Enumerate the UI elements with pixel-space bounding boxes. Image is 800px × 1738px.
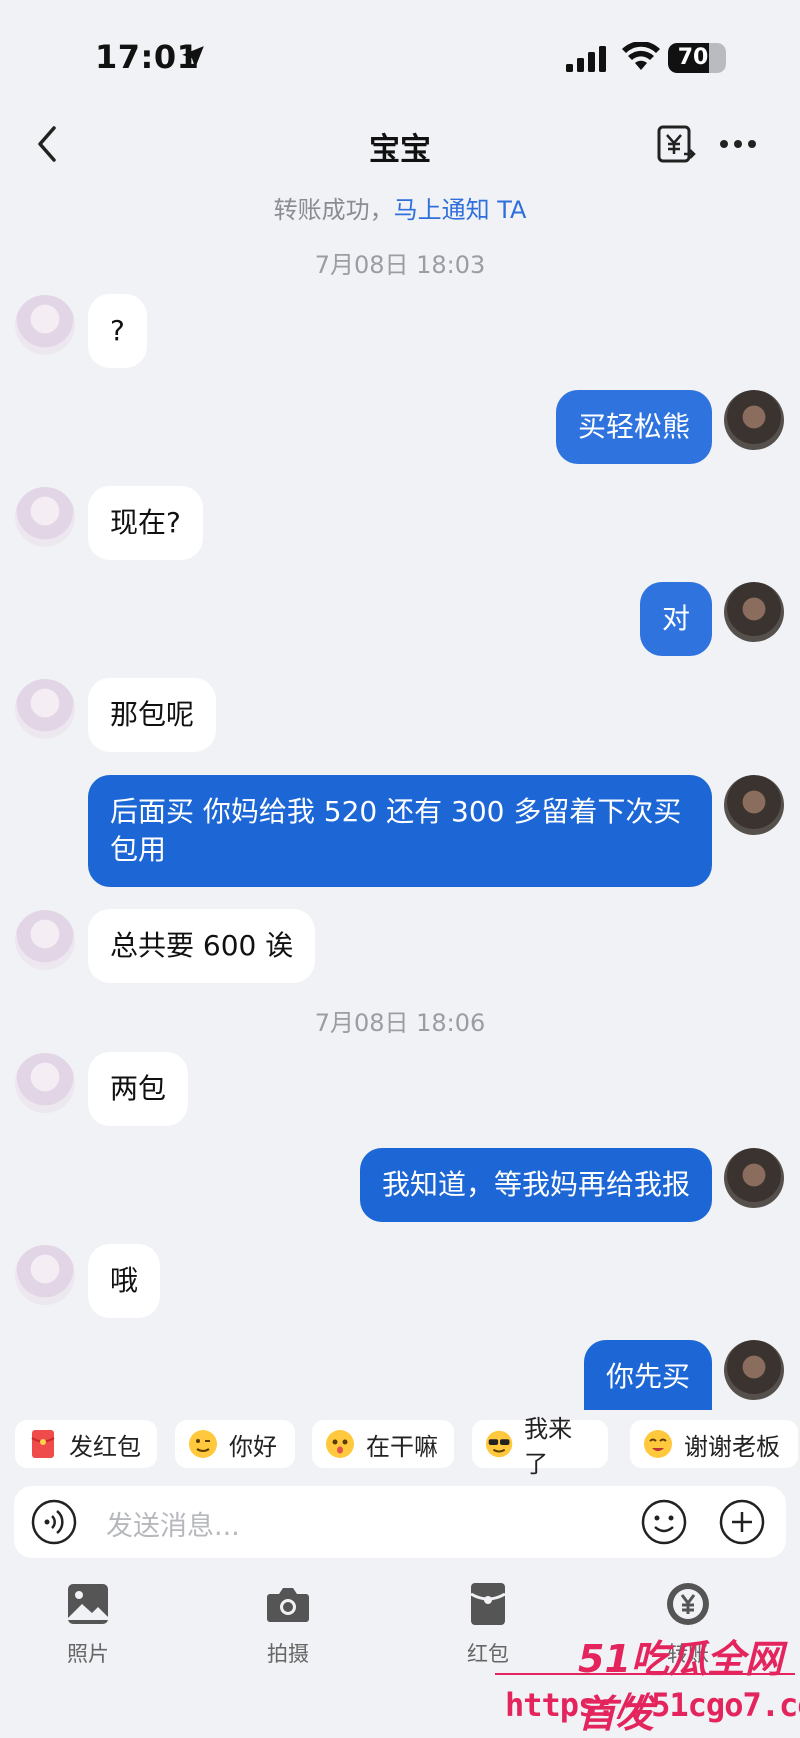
message-bubble-outgoing[interactable]: 后面买 你妈给我 520 还有 300 多留着下次买包用 <box>88 775 712 887</box>
contact-avatar[interactable] <box>15 679 75 739</box>
watermark-divider <box>495 1673 795 1675</box>
cellular-signal-icon <box>566 46 606 72</box>
my-avatar[interactable] <box>724 775 784 835</box>
contact-avatar[interactable] <box>15 910 75 970</box>
my-avatar[interactable] <box>724 1340 784 1400</box>
message-bubble-outgoing[interactable]: 买轻松熊 <box>555 390 712 464</box>
quick-reply-label: 在干嘛 <box>366 1432 438 1461</box>
more-actions-plus-icon[interactable] <box>718 1498 766 1546</box>
quick-reply-label: 你好 <box>229 1432 277 1461</box>
red-packet-icon <box>470 1583 506 1625</box>
wifi-icon <box>622 42 660 70</box>
toolbar-label: 拍摄 <box>267 1642 309 1666</box>
quick-reply-thanks-boss[interactable]: 谢谢老板 <box>630 1420 798 1468</box>
location-arrow-icon <box>182 46 204 68</box>
message-bubble-outgoing[interactable]: 你先买 <box>583 1340 712 1410</box>
transfer-money-icon[interactable] <box>656 122 696 166</box>
my-avatar[interactable] <box>724 582 784 642</box>
toolbar-photos[interactable]: 照片 <box>28 1580 148 1668</box>
toolbar-camera[interactable]: 拍摄 <box>228 1580 348 1668</box>
message-timestamp: 7月08日 18:06 <box>314 1009 486 1037</box>
message-input[interactable]: 发送消息... <box>106 1504 240 1543</box>
contact-avatar[interactable] <box>15 1245 75 1305</box>
notify-link[interactable]: 马上通知 TA <box>394 196 527 224</box>
curious-emoji-icon <box>326 1430 354 1458</box>
grateful-emoji-icon <box>644 1430 672 1458</box>
toolbar-label: 照片 <box>67 1642 109 1666</box>
my-avatar[interactable] <box>724 1148 784 1208</box>
contact-avatar[interactable] <box>15 295 75 355</box>
chat-header: 宝宝 <box>0 110 800 182</box>
transfer-yuan-icon <box>667 1583 709 1625</box>
battery-indicator: 70 <box>668 43 726 73</box>
message-bubble-incoming[interactable]: 总共要 600 诶 <box>88 909 316 983</box>
transfer-success-text: 转账成功， <box>273 196 394 224</box>
voice-input-icon[interactable] <box>30 1498 78 1546</box>
quick-reply-red-packet[interactable]: 发红包 <box>15 1420 157 1468</box>
message-bubble-incoming[interactable]: ? <box>88 294 147 368</box>
message-bubble-outgoing[interactable]: 我知道，等我妈再给我报 <box>359 1148 712 1222</box>
red-packet-icon <box>31 1430 55 1458</box>
message-bubble-incoming[interactable]: 两包 <box>88 1052 189 1126</box>
watermark-url: https://51cgo7.com <box>505 1686 800 1724</box>
message-timestamp: 7月08日 18:03 <box>314 251 486 279</box>
message-input-bar: 发送消息... <box>14 1486 786 1558</box>
toolbar-red-packet[interactable]: 红包 <box>428 1580 548 1668</box>
sunglasses-emoji-icon <box>485 1430 513 1458</box>
quick-reply-hello[interactable]: 你好 <box>175 1420 295 1468</box>
quick-reply-label: 谢谢老板 <box>684 1432 780 1461</box>
more-options-icon[interactable] <box>718 132 758 156</box>
photo-icon <box>68 1584 108 1624</box>
battery-percent: 70 <box>677 45 709 70</box>
quick-reply-coming[interactable]: 我来了 <box>472 1415 608 1478</box>
transfer-success-note: 转账成功，马上通知 TA <box>0 190 800 225</box>
my-avatar[interactable] <box>724 390 784 450</box>
camera-icon <box>267 1588 309 1622</box>
quick-reply-bar: 发红包 你好 在干嘛 我来了 谢谢老板 <box>0 1415 800 1478</box>
message-bubble-incoming[interactable]: 那包呢 <box>88 678 217 752</box>
emoji-picker-icon[interactable] <box>640 1498 688 1546</box>
contact-avatar[interactable] <box>15 1053 75 1113</box>
waving-emoji-icon <box>189 1430 217 1458</box>
contact-avatar[interactable] <box>15 487 75 547</box>
message-bubble-incoming[interactable]: 现在? <box>88 486 203 560</box>
status-bar: 17:01 70 <box>0 0 800 110</box>
quick-reply-label: 发红包 <box>69 1432 141 1461</box>
quick-reply-label: 我来了 <box>524 1415 573 1478</box>
toolbar-label: 红包 <box>467 1642 509 1666</box>
message-bubble-incoming[interactable]: 哦 <box>88 1244 161 1318</box>
quick-reply-what-doing[interactable]: 在干嘛 <box>312 1420 454 1468</box>
message-bubble-outgoing[interactable]: 对 <box>639 582 712 656</box>
